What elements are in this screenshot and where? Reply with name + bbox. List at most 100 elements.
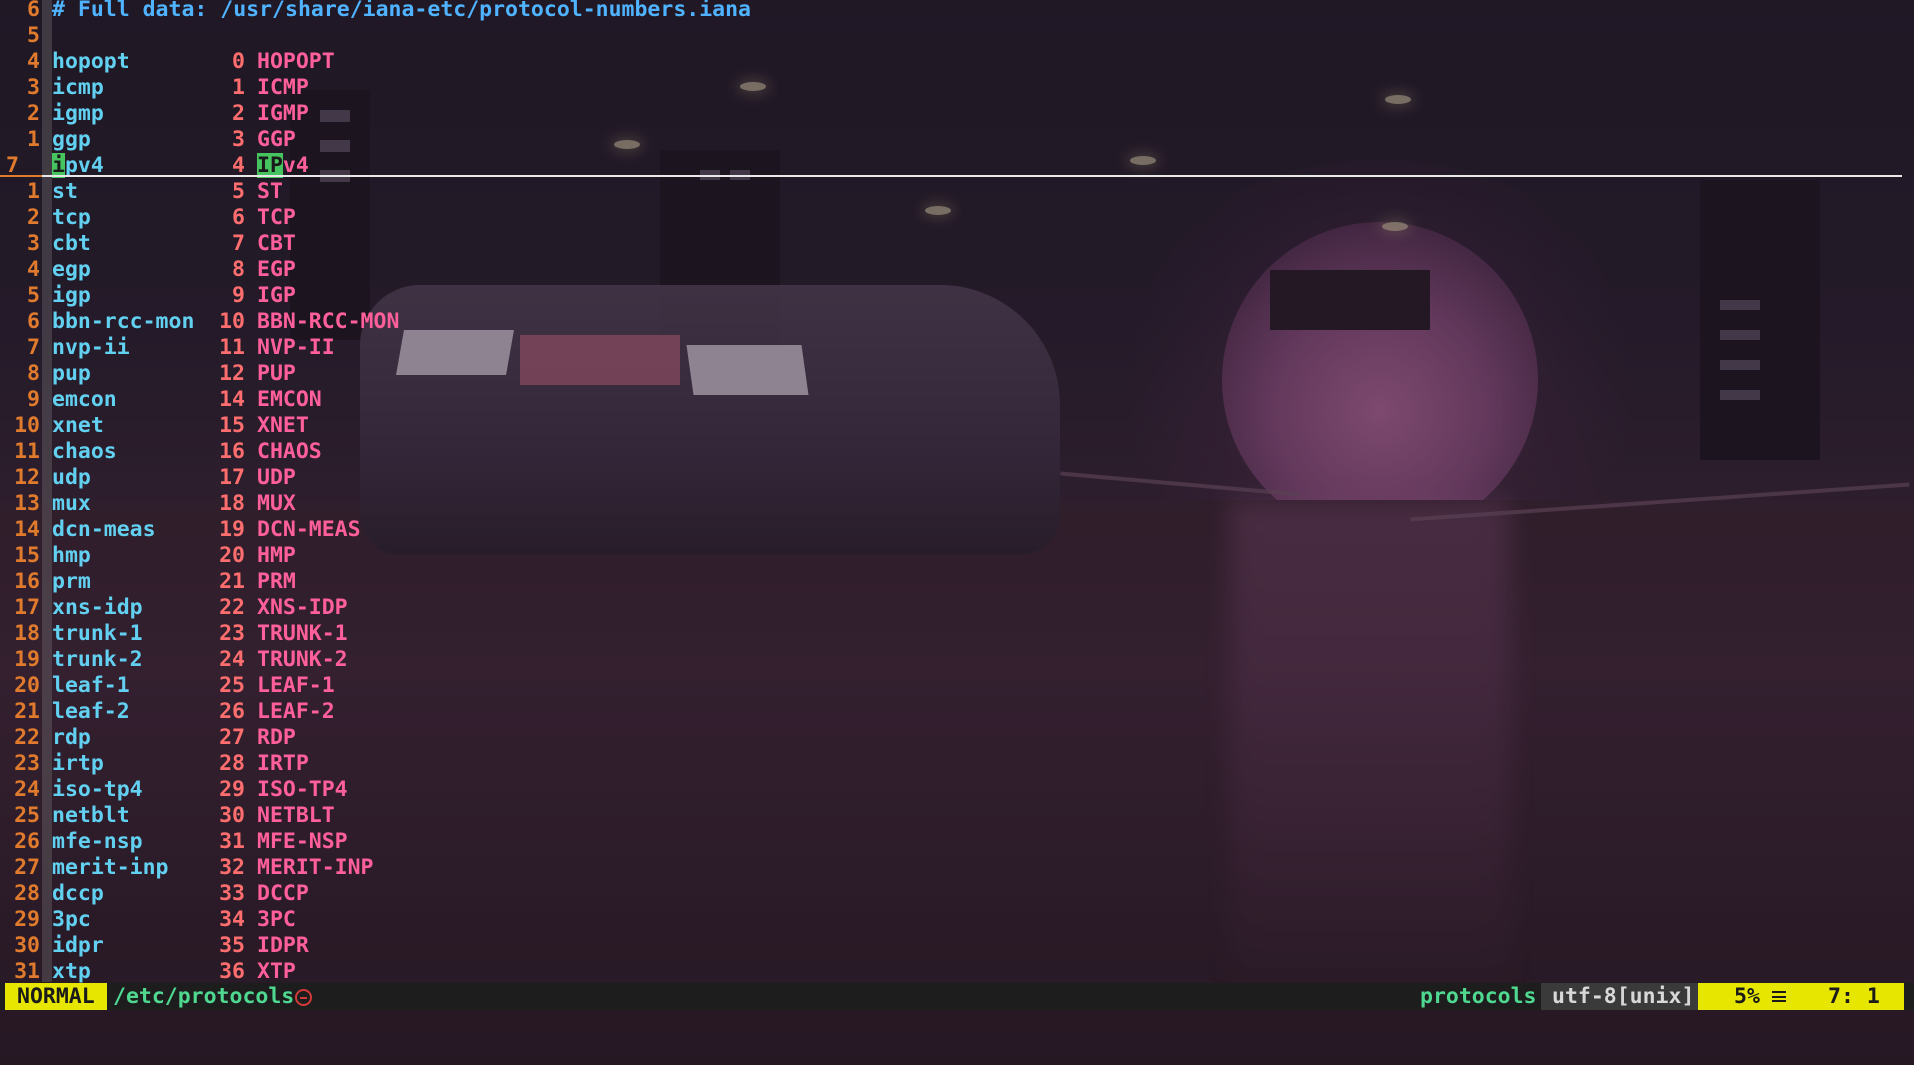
protocol-number: 34: [219, 907, 245, 932]
protocol-name: egp: [52, 257, 91, 282]
protocol-alias: CHAOS: [257, 439, 322, 464]
protocol-name: icmp: [52, 75, 104, 100]
protocol-name: 3pc: [52, 907, 91, 932]
protocol-number: 26: [219, 699, 245, 724]
protocol-number: 6: [232, 205, 245, 230]
comment-text: # Full data: /usr/share/iana-etc/protoco…: [52, 0, 751, 22]
protocol-alias: IDPR: [257, 933, 309, 958]
protocol-alias: NVP-II: [257, 335, 335, 360]
protocol-number: 1: [232, 75, 245, 100]
protocol-alias: TRUNK-2: [257, 647, 348, 672]
protocol-alias: EGP: [257, 257, 296, 282]
protocol-number: 8: [232, 257, 245, 282]
line-number: 1: [27, 179, 40, 204]
line-number: 17: [14, 595, 40, 620]
protocol-number: 23: [219, 621, 245, 646]
protocol-alias: RDP: [257, 725, 296, 750]
protocol-number: 24: [219, 647, 245, 672]
protocol-name: idpr: [52, 933, 104, 958]
line-number: 3: [27, 75, 40, 100]
protocol-name: dccp: [52, 881, 104, 906]
terminal-screen: 6 # Full data: /usr/share/iana-etc/protoc…: [0, 0, 1914, 1065]
protocol-number: 11: [219, 335, 245, 360]
protocol-name: leaf-2: [52, 699, 130, 724]
protocol-alias: IRTP: [257, 751, 309, 776]
protocol-number: 36: [219, 959, 245, 984]
protocol-number: 19: [219, 517, 245, 542]
protocol-alias: MUX: [257, 491, 296, 516]
protocol-alias: XTP: [257, 959, 296, 984]
protocol-alias: MFE-NSP: [257, 829, 348, 854]
line-number: 23: [14, 751, 40, 776]
protocol-name: st: [52, 179, 78, 204]
protocol-name: trunk-1: [52, 621, 143, 646]
protocol-alias: PUP: [257, 361, 296, 386]
status-line: NORMAL /etc/protocols protocols utf-8[un…: [0, 983, 1914, 1010]
line-number: 28: [14, 881, 40, 906]
line-number: 4: [27, 257, 40, 282]
protocol-alias: 3PC: [257, 907, 296, 932]
minus-circle-icon: [295, 989, 312, 1006]
protocol-number: 12: [219, 361, 245, 386]
protocol-name: tcp: [52, 205, 91, 230]
protocol-name: trunk-2: [52, 647, 143, 672]
protocol-number: 18: [219, 491, 245, 516]
line-number: 2: [27, 205, 40, 230]
line-number: 19: [14, 647, 40, 672]
protocol-name: rdp: [52, 725, 91, 750]
protocol-number: 27: [219, 725, 245, 750]
line-number: 29: [14, 907, 40, 932]
line-number: 15: [14, 543, 40, 568]
protocol-number: 0: [232, 49, 245, 74]
protocol-name: xnet: [52, 413, 104, 438]
line-column: 7: 1: [1828, 984, 1880, 1009]
protocol-number: 5: [232, 179, 245, 204]
protocol-number: 14: [219, 387, 245, 412]
protocol-alias: GGP: [257, 127, 296, 152]
encoding-label: utf-8[unix]: [1541, 983, 1706, 1010]
protocol-number: 2: [232, 101, 245, 126]
protocol-alias: ICMP: [257, 75, 309, 100]
protocol-name: dcn-meas: [52, 517, 156, 542]
protocol-number: 33: [219, 881, 245, 906]
protocol-number: 10: [219, 309, 245, 334]
protocol-alias: CBT: [257, 231, 296, 256]
protocol-alias: TCP: [257, 205, 296, 230]
protocol-name: prm: [52, 569, 91, 594]
line-number: 22: [14, 725, 40, 750]
line-number: 21: [14, 699, 40, 724]
line-number: 24: [14, 777, 40, 802]
line-number: 10: [14, 413, 40, 438]
line-number: 1: [27, 127, 40, 152]
protocol-name: hopopt: [52, 49, 130, 74]
protocol-alias: PRM: [257, 569, 296, 594]
line-number: 3: [27, 231, 40, 256]
protocol-number: 7: [232, 231, 245, 256]
cursor-position-section: 5% 7: 1: [1698, 983, 1904, 1010]
scroll-percent: 5%: [1734, 984, 1760, 1009]
protocol-number: 17: [219, 465, 245, 490]
protocol-alias: XNET: [257, 413, 309, 438]
cursor-line-number-underline: [0, 175, 42, 177]
line-number: 6: [27, 0, 40, 22]
protocol-alias: HMP: [257, 543, 296, 568]
line-number: 7: [27, 335, 40, 360]
protocol-number: 15: [219, 413, 245, 438]
protocol-name: netblt: [52, 803, 130, 828]
line-number: 27: [14, 855, 40, 880]
line-number: 5: [27, 23, 40, 48]
protocol-name: mux: [52, 491, 91, 516]
protocol-alias: LEAF-2: [257, 699, 335, 724]
protocol-name: chaos: [52, 439, 117, 464]
protocol-alias: DCN-MEAS: [257, 517, 361, 542]
protocol-alias: MERIT-INP: [257, 855, 374, 880]
protocol-number: 28: [219, 751, 245, 776]
hamburger-icon: [1772, 991, 1786, 1002]
sign-column: [42, 0, 52, 982]
line-number: 11: [14, 439, 40, 464]
filetype-label: protocols: [1420, 984, 1537, 1009]
protocol-name: irtp: [52, 751, 104, 776]
line-number: 14: [14, 517, 40, 542]
protocol-number: 30: [219, 803, 245, 828]
protocol-name: xns-idp: [52, 595, 143, 620]
